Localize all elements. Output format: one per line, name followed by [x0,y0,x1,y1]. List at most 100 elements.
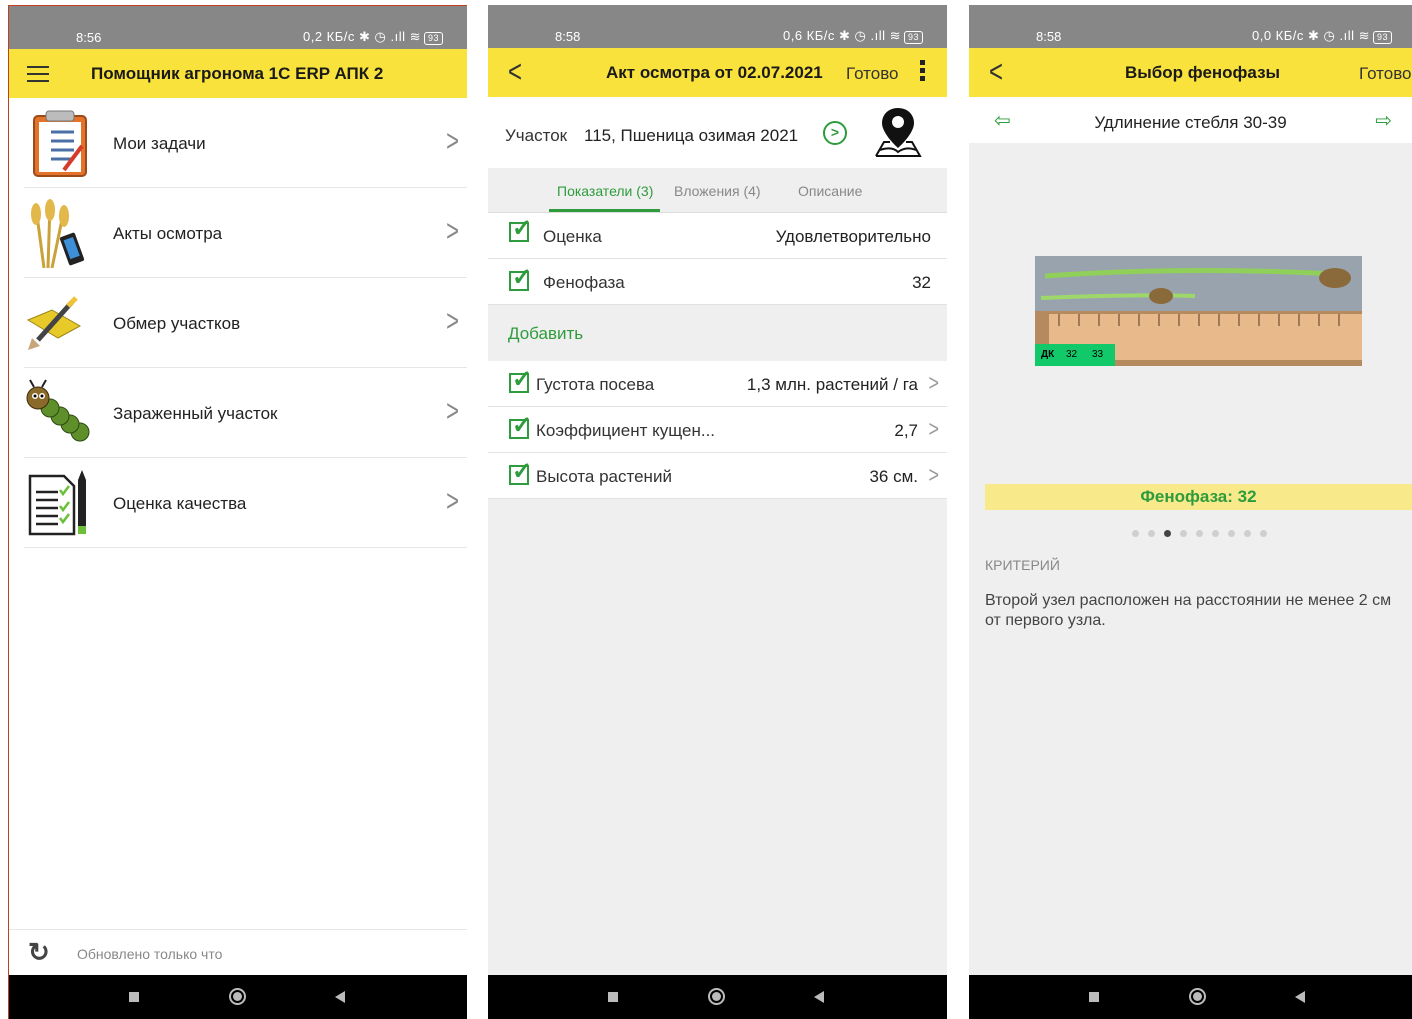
menu-label: Оценка качества [113,494,247,513]
phase-label: Фенофаза: 32 [985,484,1412,510]
plant-ruler-image [1035,256,1362,366]
net-speed: 0,6 КБ/с [783,28,835,43]
checkbox-checked-icon[interactable] [509,214,532,243]
indicator-label: Фенофаза [543,273,625,292]
status-bar: 8:58 0,0 КБ/с ✱ ◷ .ıll ≋ 93 [969,5,1412,48]
battery-icon: 93 [903,31,923,44]
screen-main-menu: 8:56 0,2 КБ/с ✱ ◷ .ıll ≋ 93 Помощник агро… [8,5,467,1019]
recent-apps-icon[interactable] [129,992,139,1002]
chevron-right-icon: > [928,415,939,442]
indicator-row[interactable]: Коэффициент кущен... 2,7 > [488,407,947,453]
system-nav-bar [969,975,1412,1019]
page-dot-active[interactable] [1164,530,1171,537]
done-button[interactable]: Готово [846,64,899,84]
criterion-text: Второй узел расположен на расстоянии не … [985,592,1392,629]
page-dot[interactable] [1148,530,1155,537]
checklist-pen-icon [28,470,86,536]
chevron-right-icon: > [446,392,459,428]
menu-label: Обмер участков [113,314,241,333]
open-plot-icon[interactable]: > [823,121,847,145]
back-icon[interactable]: < [989,55,1003,91]
page-dot[interactable] [1228,530,1235,537]
plot-label: Участок [505,126,568,145]
plot-value: 115, Пшеница озимая 2021 [584,126,799,145]
back-nav-icon[interactable] [335,991,345,1003]
indicator-row[interactable]: Фенофаза 32 [488,259,947,305]
next-arrow-icon[interactable]: ⇨ [1375,108,1392,133]
indicator-label: Высота растений [536,467,672,486]
page-dot[interactable] [1180,530,1187,537]
recent-apps-icon[interactable] [608,992,618,1002]
checkbox-checked-icon[interactable] [509,411,532,440]
refresh-icon[interactable]: ↻ [28,937,50,968]
menu-item-inspection-acts[interactable]: Акты осмотра > [24,188,467,278]
indicator-row[interactable]: Оценка Удовлетворительно [488,213,947,259]
indicator-label: Оценка [543,227,602,246]
menu-label: Зараженный участок [113,404,278,423]
menu-item-tasks[interactable]: Мои задачи > [24,98,467,188]
system-nav-bar [9,975,467,1019]
page-dot[interactable] [1212,530,1219,537]
phase-title: Удлинение стебля 30-39 [1094,113,1287,132]
battery-icon: 93 [1372,31,1392,44]
add-button[interactable]: Добавить [508,324,583,344]
page-title: Выбор фенофазы [1125,63,1281,82]
app-bar: Помощник агронома 1С ERP АПК 2 [9,49,467,98]
phase-navigator: ⇦ Удлинение стебля 30-39 ⇨ [969,97,1412,143]
status-icons: 0,2 КБ/с ✱ ◷ .ıll ≋ 93 [303,29,443,45]
wheat-phone-icon [31,199,85,268]
indicator-value: Удовлетворительно [775,227,931,246]
sync-status: Обновлено только что [77,946,223,962]
recent-apps-icon[interactable] [1089,992,1099,1002]
measure-pencil-icon [26,296,82,350]
tab-description[interactable]: Описание [798,183,862,199]
checkbox-checked-icon[interactable] [509,457,532,486]
home-icon[interactable] [229,988,246,1005]
more-icon[interactable] [920,60,925,84]
menu-icon[interactable] [27,66,49,82]
page-title: Акт осмотра от 02.07.2021 [606,63,823,82]
tab-indicators[interactable]: Показатели (3) [557,183,653,199]
back-nav-icon[interactable] [814,991,824,1003]
status-time: 8:58 [555,29,581,44]
status-time: 8:58 [1036,29,1062,44]
page-dot[interactable] [1132,530,1139,537]
done-button[interactable]: Готово [1359,64,1412,84]
status-time: 8:56 [76,30,102,45]
indicator-row[interactable]: Густота посева 1,3 млн. растений / га > [488,361,947,407]
chevron-right-icon: > [928,369,939,396]
menu-item-quality-assessment[interactable]: Оценка качества > [24,458,467,548]
indicator-row[interactable]: Высота растений 36 см. > [488,453,947,499]
indicator-label: Густота посева [536,375,655,394]
status-icons: 0,0 КБ/с ✱ ◷ .ıll ≋ 93 [1252,28,1392,44]
app-bar: < Выбор фенофазы Готово [969,48,1412,97]
page-dot[interactable] [1196,530,1203,537]
screen-inspection-act: 8:58 0,6 КБ/с ✱ ◷ .ıll ≋ 93 < Акт осмотра… [488,5,947,1019]
status-bar: 8:56 0,2 КБ/с ✱ ◷ .ıll ≋ 93 [9,6,467,49]
clipboard-checklist-icon [33,110,87,177]
page-dot[interactable] [1260,530,1267,537]
checkbox-checked-icon[interactable] [509,263,532,292]
checkbox-checked-icon[interactable] [509,365,532,394]
photo-tag-a: 32 [1066,349,1078,360]
page-dots [1132,524,1276,542]
tab-attachments[interactable]: Вложения (4) [674,183,761,199]
menu-item-plot-measure[interactable]: Обмер участков > [24,278,467,368]
photo-tag-prefix: ДК [1041,349,1055,360]
sync-footer: ↻ Обновлено только что [9,929,467,975]
caterpillar-icon [26,379,90,442]
net-speed: 0,2 КБ/с [303,29,355,44]
back-icon[interactable]: < [508,55,522,91]
tab-bar: Показатели (3) Вложения (4) Описание [488,168,947,213]
battery-icon: 93 [423,32,443,45]
photo-tag-b: 33 [1092,349,1104,360]
plot-selector[interactable]: Участок 115, Пшеница озимая 2021 > [488,97,947,168]
home-icon[interactable] [708,988,725,1005]
map-pin-icon[interactable] [870,104,926,160]
home-icon[interactable] [1189,988,1206,1005]
page-dot[interactable] [1244,530,1251,537]
menu-item-infected-plot[interactable]: Зараженный участок > [24,368,467,458]
indicator-value: 1,3 млн. растений / га [746,375,918,394]
back-nav-icon[interactable] [1295,991,1305,1003]
indicator-value: 36 см. [869,467,918,486]
